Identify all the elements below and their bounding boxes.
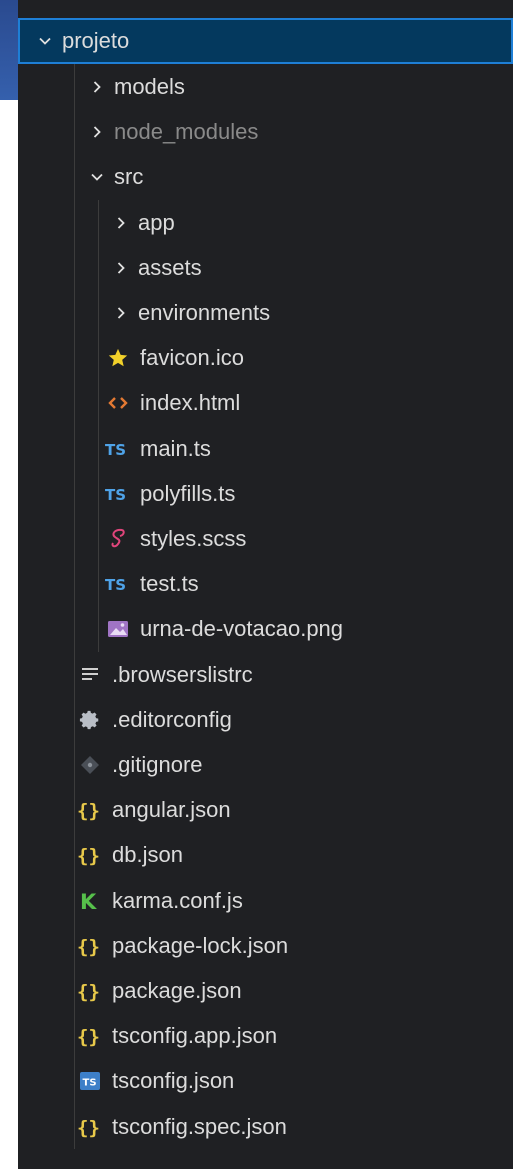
tree-file-test-ts[interactable]: TS test.ts	[18, 561, 513, 607]
json-icon: {}	[76, 1114, 104, 1140]
tree-file-polyfills-ts[interactable]: TS polyfills.ts	[18, 471, 513, 517]
tree-item-label: urna-de-votacao.png	[140, 616, 344, 642]
typescript-icon: TS	[104, 481, 132, 507]
star-icon	[104, 345, 132, 371]
tree-file-tsconfig-json[interactable]: TS tsconfig.json	[18, 1058, 513, 1104]
json-icon: {}	[76, 978, 104, 1004]
sass-icon	[104, 526, 132, 552]
tree-file-gitignore[interactable]: .gitignore	[18, 742, 513, 788]
json-icon: {}	[76, 1023, 104, 1049]
tree-file-editorconfig[interactable]: .editorconfig	[18, 697, 513, 743]
tree-item-label: tsconfig.json	[112, 1068, 235, 1094]
svg-text:TS: TS	[105, 441, 126, 458]
desktop-margin	[0, 0, 18, 1169]
chevron-right-icon	[108, 260, 134, 276]
tree-item-label: .gitignore	[112, 752, 203, 777]
file-explorer-panel: projeto models node_modulessrc app assets en…	[18, 0, 513, 1169]
desktop-background-corner	[0, 0, 18, 100]
lines-icon	[76, 662, 104, 688]
tree-item-label: package.json	[112, 978, 242, 1003]
svg-text:{}: {}	[77, 1117, 100, 1138]
karma-icon: K	[76, 888, 104, 914]
tree-item-label: app	[138, 209, 175, 235]
tree-item-label: node_modules	[114, 119, 259, 145]
svg-text:{}: {}	[77, 800, 100, 821]
tree-item-label: assets	[138, 254, 202, 280]
tree-item-label: src	[114, 164, 144, 190]
typescript-icon: TS	[104, 571, 132, 597]
svg-text:TS: TS	[83, 1078, 97, 1089]
svg-text:{}: {}	[77, 1026, 100, 1047]
tree-file-db-json[interactable]: {} db.json	[18, 832, 513, 878]
tree-item-label: package-lock.json	[112, 932, 289, 958]
image-icon	[104, 616, 132, 642]
svg-text:{}: {}	[77, 845, 100, 866]
svg-text:{}: {}	[77, 981, 100, 1002]
tree-item-label: main.ts	[140, 435, 211, 461]
tree-item-label: .browserslistrc	[112, 661, 253, 687]
chevron-right-icon	[108, 305, 134, 321]
tree-item-label: karma.conf.js	[112, 887, 243, 913]
tree-file-styles-scss[interactable]: styles.scss	[18, 516, 513, 562]
tree-item-label: projeto	[62, 28, 130, 53]
tree-folder-projeto[interactable]: projeto	[18, 18, 513, 64]
tree-folder-models[interactable]: models	[18, 64, 513, 110]
git-icon	[76, 752, 104, 778]
tree-item-label: test.ts	[140, 571, 199, 597]
tree-item-label: angular.json	[112, 797, 231, 823]
tree-folder-src[interactable]: src	[18, 154, 513, 200]
json-icon: {}	[76, 797, 104, 823]
tree-folder-assets[interactable]: assets	[18, 245, 513, 291]
tree-item-label: models	[114, 74, 185, 99]
tree-item-label: tsconfig.spec.json	[112, 1113, 287, 1139]
svg-text:TS: TS	[105, 486, 126, 503]
tree-file-angular-json[interactable]: {} angular.json	[18, 787, 513, 833]
chevron-right-icon	[84, 124, 110, 140]
chevron-down-icon	[84, 169, 110, 185]
tree-file-tsconfig-app-json[interactable]: {} tsconfig.app.json	[18, 1013, 513, 1059]
tree-item-label: db.json	[112, 842, 183, 868]
tree-item-label: favicon.ico	[140, 345, 244, 371]
typescript-icon: TS	[104, 436, 132, 462]
indent-guide	[98, 199, 99, 652]
tree-file-tsconfig-spec-json[interactable]: {} tsconfig.spec.json	[18, 1104, 513, 1150]
json-icon: {}	[76, 933, 104, 959]
tree-file-urna-de-votacao-png[interactable]: urna-de-votacao.png	[18, 606, 513, 652]
tree-file-package-lock-json[interactable]: {} package-lock.json	[18, 923, 513, 969]
tree-file-index-html[interactable]: index.html	[18, 380, 513, 426]
svg-text:K: K	[80, 890, 97, 912]
tree-item-label: polyfills.ts	[140, 480, 236, 506]
tree-item-label: tsconfig.app.json	[112, 1023, 278, 1049]
json-icon: {}	[76, 842, 104, 868]
tree-file-package-json[interactable]: {} package.json	[18, 968, 513, 1014]
svg-text:{}: {}	[77, 936, 100, 957]
tree-item-label: index.html	[140, 390, 241, 416]
tree-file-browserslistrc[interactable]: .browserslistrc	[18, 652, 513, 698]
html-icon	[104, 390, 132, 416]
tree-item-label: styles.scss	[140, 526, 247, 551]
chevron-right-icon	[108, 215, 134, 231]
indent-guide	[74, 64, 75, 1149]
screenshot-frame: projeto models node_modulessrc app assets en…	[0, 0, 513, 1169]
svg-text:TS: TS	[105, 576, 126, 593]
tree-file-main-ts[interactable]: TS main.ts	[18, 426, 513, 472]
chevron-right-icon	[84, 79, 110, 95]
tree-file-favicon-ico[interactable]: favicon.ico	[18, 335, 513, 381]
tree-folder-node-modules[interactable]: node_modules	[18, 109, 513, 155]
chevron-down-icon	[32, 33, 58, 49]
gear-icon	[76, 707, 104, 733]
tree-folder-app[interactable]: app	[18, 200, 513, 246]
tree-file-karma-conf-js[interactable]: Kkarma.conf.js	[18, 878, 513, 924]
tree-item-label: .editorconfig	[112, 706, 232, 732]
tree-folder-environments[interactable]: environments	[18, 290, 513, 336]
tree-item-label: environments	[138, 300, 271, 325]
tsconfig-icon: TS	[76, 1068, 104, 1094]
